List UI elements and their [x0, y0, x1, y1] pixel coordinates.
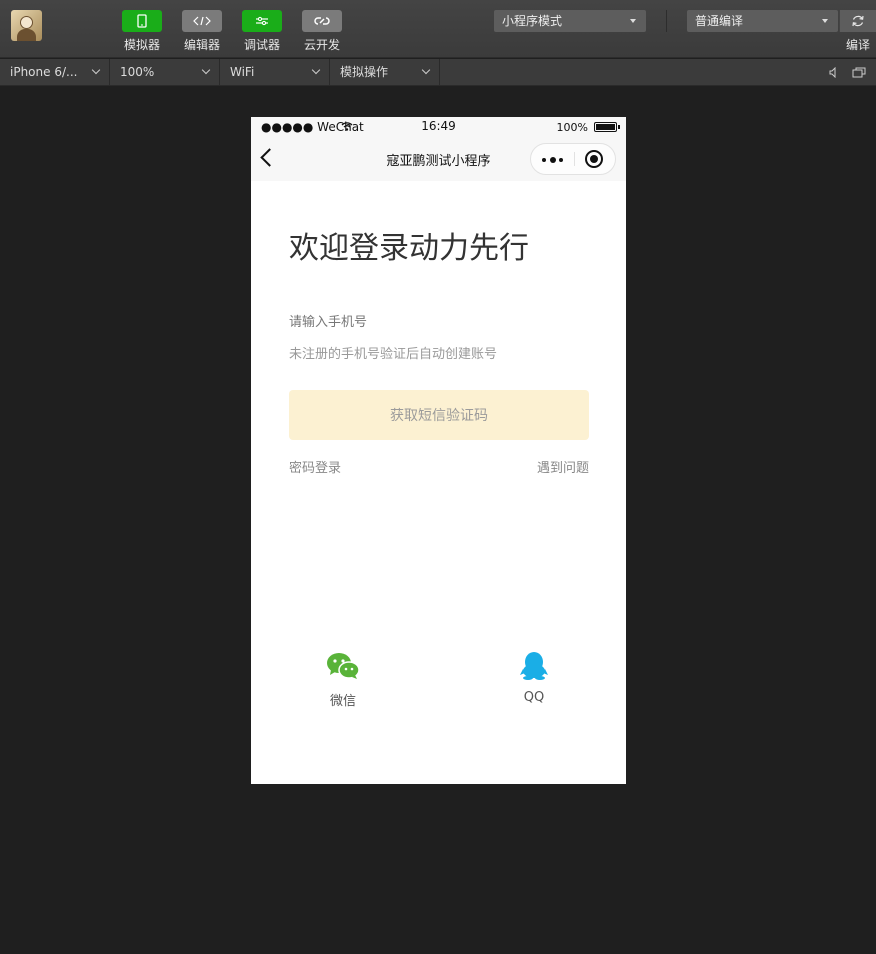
- phone-number-input[interactable]: [289, 310, 589, 334]
- caret-down-icon: [822, 19, 828, 23]
- network-select-value: WiFi: [230, 65, 255, 79]
- menu-capsule: [530, 143, 616, 175]
- wechat-icon: [327, 653, 360, 679]
- battery-icon: [594, 122, 620, 132]
- network-select[interactable]: WiFi: [220, 59, 330, 86]
- register-hint: 未注册的手机号验证后自动创建账号: [289, 347, 498, 362]
- qq-label: QQ: [523, 690, 545, 705]
- nav-bar: 寇亚鹏测试小程序: [251, 137, 626, 181]
- status-bar: ●●●●● WeChat 16:49 100%: [251, 117, 626, 137]
- zoom-select-value: 100%: [120, 65, 155, 79]
- avatar-face: [20, 16, 33, 29]
- avatar-body: [17, 29, 36, 41]
- device-select-value: iPhone 6/...: [10, 65, 78, 79]
- detach-window-icon[interactable]: [852, 67, 866, 78]
- mode-select-value: 小程序模式: [502, 14, 563, 28]
- get-sms-code-button[interactable]: 获取短信验证码: [289, 390, 589, 440]
- device-select[interactable]: iPhone 6/...: [0, 59, 110, 86]
- avatar[interactable]: [11, 10, 42, 41]
- mode-select[interactable]: 小程序模式: [494, 10, 646, 32]
- password-login-link[interactable]: 密码登录: [289, 457, 341, 476]
- simulator-button[interactable]: 模拟器: [112, 10, 172, 53]
- chevron-down-icon: [91, 65, 101, 75]
- volume-icon[interactable]: [829, 67, 839, 78]
- zoom-select[interactable]: 100%: [110, 59, 220, 86]
- wechat-label: 微信: [329, 694, 356, 709]
- phone-icon: [122, 10, 162, 32]
- operation-select[interactable]: 模拟操作: [330, 59, 440, 86]
- compile-select[interactable]: 普通编译: [687, 10, 838, 32]
- code-icon: [182, 10, 222, 32]
- refresh-icon: [852, 15, 864, 27]
- phone-simulator: ●●●●● WeChat 16:49 100% 寇亚鹏测试小程序 欢迎登录动力先…: [251, 117, 626, 784]
- welcome-title: 欢迎登录动力先行: [289, 231, 529, 266]
- debugger-label: 调试器: [243, 38, 280, 52]
- editor-label: 编辑器: [183, 38, 220, 52]
- more-dots-icon[interactable]: [531, 144, 574, 174]
- close-miniprogram-icon[interactable]: [585, 150, 603, 168]
- compile-button[interactable]: [839, 10, 876, 32]
- qq-icon: [520, 652, 548, 680]
- chevron-down-icon: [421, 65, 431, 75]
- debug-icon: [242, 10, 282, 32]
- wechat-login-button[interactable]: 微信: [313, 652, 373, 709]
- simulator-toolbar: iPhone 6/... 100% WiFi 模拟操作: [0, 59, 876, 86]
- compile-label: 编译: [845, 38, 870, 52]
- chevron-down-icon: [311, 65, 321, 75]
- cloud-dev-button[interactable]: 云开发: [292, 10, 352, 53]
- toolbar-divider: [666, 10, 667, 32]
- debugger-button[interactable]: 调试器: [232, 10, 292, 53]
- battery-percent: 100%: [556, 121, 588, 134]
- operation-select-value: 模拟操作: [340, 65, 389, 79]
- editor-button[interactable]: 编辑器: [172, 10, 232, 53]
- compile-select-value: 普通编译: [695, 14, 744, 28]
- qq-login-button[interactable]: QQ: [504, 652, 564, 705]
- chevron-down-icon: [201, 65, 211, 75]
- cloud-link-icon: [302, 10, 342, 32]
- sms-button-label: 获取短信验证码: [390, 408, 488, 424]
- simulator-label: 模拟器: [123, 38, 160, 52]
- caret-down-icon: [630, 19, 636, 23]
- top-toolbar: 模拟器 编辑器 调试器 云开发 小程序模式 普通编译 编译: [0, 0, 876, 58]
- cloud-dev-label: 云开发: [303, 38, 340, 52]
- help-problem-link[interactable]: 遇到问题: [537, 457, 589, 476]
- capsule-divider: [574, 152, 575, 166]
